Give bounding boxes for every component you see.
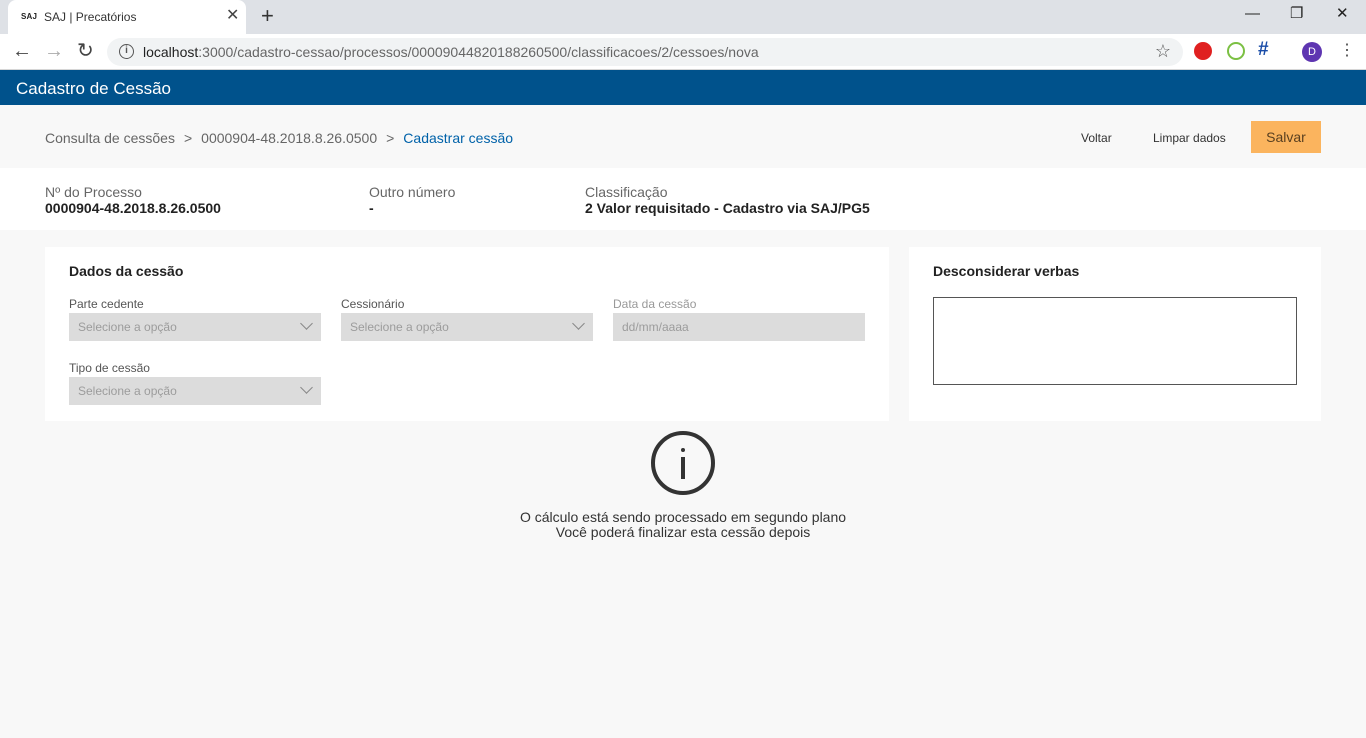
classificacao-info: Classificação 2 Valor requisitado - Cada… <box>585 184 870 216</box>
data-cessao-label: Data da cessão <box>613 297 697 311</box>
chevron-down-icon <box>572 317 585 330</box>
forward-arrow-icon[interactable]: → <box>44 40 64 62</box>
node-extension-icon[interactable] <box>1227 42 1245 60</box>
window-close-icon[interactable]: ✕ <box>1336 5 1349 23</box>
tipo-cessao-label: Tipo de cessão <box>69 361 150 375</box>
breadcrumb-bar: Consulta de cessões >0000904-48.2018.8.26… <box>0 105 1366 168</box>
dados-cessao-title: Dados da cessão <box>69 263 184 279</box>
clear-data-button[interactable]: Limpar dados <box>1153 131 1226 145</box>
verbas-list-box[interactable] <box>933 297 1297 385</box>
url-text[interactable]: localhost:3000/cadastro-cessao/processos… <box>143 44 759 60</box>
grid-extension-icon[interactable]: # <box>1258 39 1269 61</box>
notice-line-1: O cálculo está sendo processado em segun… <box>519 509 847 525</box>
parte-cedente-field: Parte cedente Selecione a opção <box>69 297 321 341</box>
tipo-cessao-field: Tipo de cessão Selecione a opção <box>69 361 321 405</box>
bookmark-star-icon[interactable]: ☆ <box>1155 41 1171 62</box>
breadcrumb-separator: > <box>386 130 395 146</box>
tab-title: SAJ | Precatórios <box>44 10 137 24</box>
parte-cedente-label: Parte cedente <box>69 297 144 311</box>
tab-close-icon[interactable]: ✕ <box>226 7 239 25</box>
browser-menu-icon[interactable]: ⋮ <box>1339 41 1355 61</box>
new-tab-icon[interactable]: + <box>261 5 274 27</box>
desconsiderar-verbas-title: Desconsiderar verbas <box>933 263 1080 279</box>
processo-value: 0000904-48.2018.8.26.0500 <box>45 200 221 216</box>
info-icon-dot <box>681 448 685 452</box>
minimize-icon[interactable]: — <box>1245 5 1260 23</box>
info-icon-stem <box>681 457 685 479</box>
outro-numero-value: - <box>369 200 374 216</box>
chevron-down-icon <box>300 381 313 394</box>
app-header: Cadastro de Cessão <box>0 70 1366 105</box>
restore-icon[interactable]: ❐ <box>1290 5 1303 23</box>
cessionario-select[interactable]: Selecione a opção <box>341 313 593 341</box>
desconsiderar-verbas-card: Desconsiderar verbas <box>909 247 1321 421</box>
breadcrumb-item-consulta[interactable]: Consulta de cessões <box>45 130 175 146</box>
adblock-extension-icon[interactable] <box>1194 42 1212 60</box>
classificacao-label: Classificação <box>585 184 668 200</box>
dados-cessao-card: Dados da cessão Parte cedente Selecione … <box>45 247 889 421</box>
processo-label: Nº do Processo <box>45 184 142 200</box>
cessionario-label: Cessionário <box>341 297 405 311</box>
outro-numero-label: Outro número <box>369 184 456 200</box>
address-bar[interactable]: i localhost:3000/cadastro-cessao/process… <box>107 38 1183 66</box>
app-title: Cadastro de Cessão <box>16 79 171 98</box>
profile-avatar[interactable]: D <box>1302 42 1322 62</box>
breadcrumb-item-processo[interactable]: 0000904-48.2018.8.26.0500 <box>201 130 377 146</box>
breadcrumb: Consulta de cessões >0000904-48.2018.8.26… <box>45 130 513 146</box>
cessionario-placeholder: Selecione a opção <box>350 320 449 334</box>
parte-cedente-placeholder: Selecione a opção <box>78 320 177 334</box>
browser-tab[interactable]: SAJ SAJ | Precatórios ✕ <box>8 0 246 34</box>
tipo-cessao-select[interactable]: Selecione a opção <box>69 377 321 405</box>
outro-numero-info: Outro número - <box>369 184 455 216</box>
tab-favicon-icon: SAJ <box>21 12 38 21</box>
notice-line-2: Você poderá finalizar esta cessão depois <box>555 524 811 540</box>
processo-info: Nº do Processo 0000904-48.2018.8.26.0500 <box>45 184 221 216</box>
breadcrumb-current: Cadastrar cessão <box>403 130 514 146</box>
process-info: Nº do Processo 0000904-48.2018.8.26.0500… <box>0 168 1366 230</box>
tipo-cessao-placeholder: Selecione a opção <box>78 384 177 398</box>
back-button[interactable]: Voltar <box>1081 131 1112 145</box>
site-info-icon[interactable]: i <box>119 44 134 59</box>
data-cessao-placeholder: dd/mm/aaaa <box>622 320 689 334</box>
url-path: :3000/cadastro-cessao/processos/00009044… <box>198 44 759 60</box>
browser-toolbar: ← → ↻ i localhost:3000/cadastro-cessao/p… <box>0 34 1366 70</box>
reload-icon[interactable]: ↻ <box>77 40 94 62</box>
data-cessao-input[interactable]: dd/mm/aaaa <box>613 313 865 341</box>
url-host: localhost <box>143 44 199 60</box>
browser-tab-bar: SAJ SAJ | Precatórios ✕ + — ❐ ✕ <box>0 0 1366 34</box>
classificacao-value: 2 Valor requisitado - Cadastro via SAJ/P… <box>585 200 870 216</box>
cessionario-field: Cessionário Selecione a opção <box>341 297 593 341</box>
save-button[interactable]: Salvar <box>1251 121 1321 153</box>
processing-notice: O cálculo está sendo processado em segun… <box>433 510 933 540</box>
chevron-down-icon <box>300 317 313 330</box>
breadcrumb-separator: > <box>183 130 193 146</box>
back-arrow-icon[interactable]: ← <box>12 40 32 62</box>
parte-cedente-select[interactable]: Selecione a opção <box>69 313 321 341</box>
info-icon <box>651 431 715 495</box>
data-cessao-field: Data da cessão dd/mm/aaaa <box>613 297 865 341</box>
